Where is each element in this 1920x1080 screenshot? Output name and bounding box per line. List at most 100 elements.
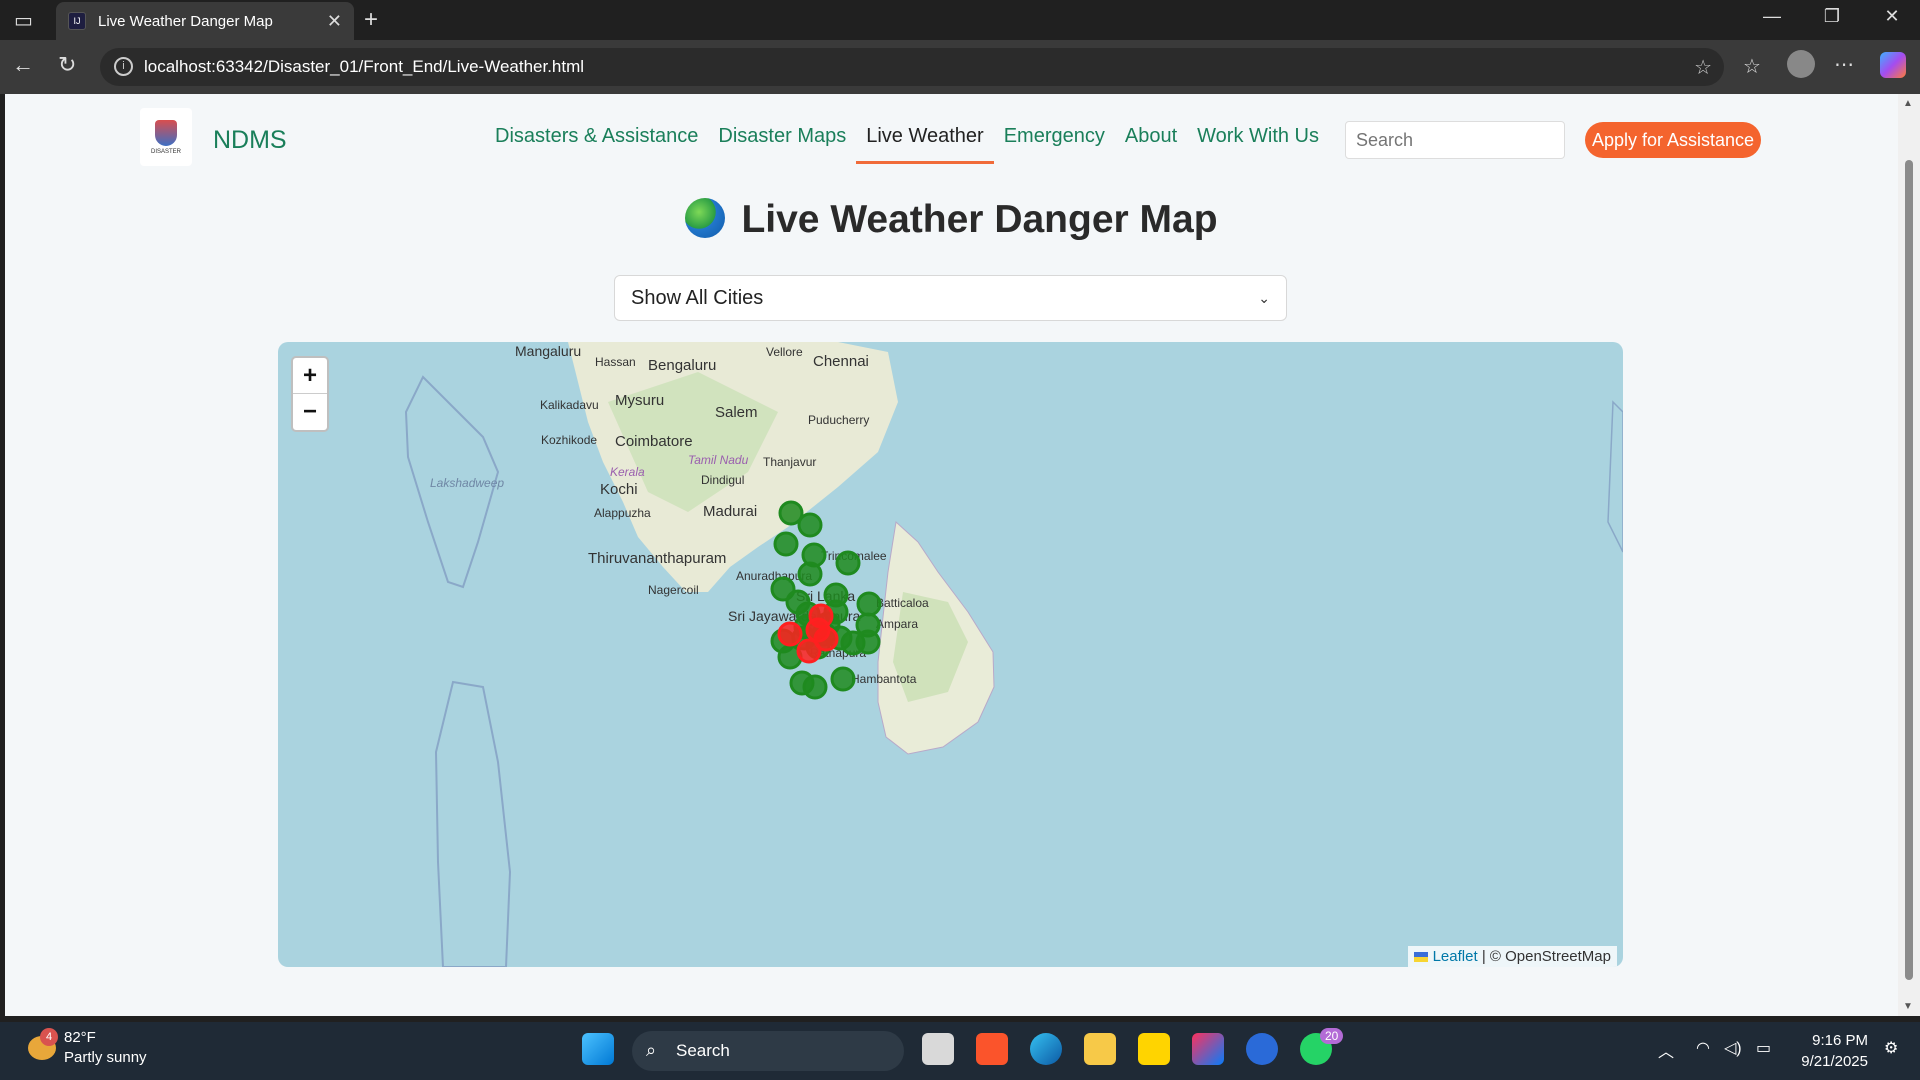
url-field[interactable]: i localhost:63342/Disaster_01/Front_End/… [100, 48, 1724, 86]
ukraine-flag-icon [1414, 952, 1429, 962]
restore-icon[interactable]: ❐ [1812, 6, 1852, 27]
map-attribution: Leaflet | © OpenStreetMap [1408, 946, 1617, 967]
site-search-input[interactable] [1345, 121, 1565, 159]
nav-emergency[interactable]: Emergency [994, 124, 1115, 170]
copilot-icon[interactable] [1880, 52, 1906, 78]
page-scrollbar[interactable]: ▲ ▼ [1898, 94, 1920, 1016]
search-icon: ⌕ [646, 1040, 657, 1060]
clock-time: 9:16 PM [1812, 1032, 1868, 1049]
back-icon[interactable]: ← [12, 52, 34, 78]
east-boundary [1607, 400, 1623, 553]
intellij-favicon-icon: IJ [68, 12, 86, 30]
city-select-value: Show All Cities [631, 286, 764, 309]
globe-icon [685, 198, 726, 238]
tray-chevron-icon[interactable]: ︿ [1658, 1038, 1674, 1062]
taskbar-clock[interactable]: 9:16 PM 9/21/2025 [1801, 1030, 1868, 1072]
page-title-text: Live Weather Danger Map [741, 198, 1218, 241]
nav-disasters-assistance[interactable]: Disasters & Assistance [485, 124, 708, 170]
safe-city-marker[interactable] [855, 629, 881, 655]
profile-avatar-icon[interactable] [1787, 50, 1815, 78]
whatsapp-badge: 20 [1320, 1028, 1344, 1044]
more-menu-icon[interactable]: ⋯ [1834, 52, 1854, 77]
label-tamil-nadu: Tamil Nadu [688, 453, 749, 467]
close-tab-icon[interactable]: ✕ [327, 11, 342, 32]
osm-attribution: | © OpenStreetMap [1481, 948, 1611, 965]
label-alappuzha: Alappuzha [594, 506, 651, 520]
label-kochi: Kochi [600, 481, 638, 498]
site-logo[interactable]: DISASTER [140, 108, 192, 166]
weather-map[interactable]: Mangaluru Hassan Bengaluru Vellore Chenn… [278, 342, 1623, 967]
weather-temp: 82°F [64, 1029, 96, 1046]
weather-badge: 4 [40, 1028, 58, 1046]
label-batticaloa: Batticaloa [876, 596, 929, 610]
nav-live-weather[interactable]: Live Weather [856, 124, 995, 170]
label-mangaluru: Mangaluru [515, 343, 581, 359]
window-close-icon[interactable]: ✕ [1872, 6, 1912, 27]
weather-widget[interactable]: 4 82°F Partly sunny [28, 1028, 147, 1068]
scrollbar-thumb[interactable] [1905, 160, 1913, 980]
wifi-icon[interactable]: ◠ [1696, 1038, 1710, 1058]
apply-for-assistance-button[interactable]: Apply for Assistance [1585, 122, 1761, 158]
safe-city-marker[interactable] [785, 589, 811, 615]
label-thanjavur: Thanjavur [763, 455, 816, 469]
notifications-icon[interactable]: ⚙ [1884, 1038, 1898, 1058]
zoom-in-button[interactable]: + [293, 358, 327, 394]
windows-start-icon[interactable] [582, 1033, 614, 1065]
taskbar-search[interactable]: ⌕ Search [632, 1031, 904, 1071]
leaflet-link[interactable]: Leaflet [1433, 948, 1478, 965]
sidebar-toggle-icon[interactable]: ▭ [14, 8, 33, 33]
minimize-icon[interactable]: — [1752, 6, 1792, 27]
scroll-up-icon[interactable]: ▲ [1903, 98, 1913, 109]
favorites-icon[interactable]: ☆ [1743, 54, 1761, 79]
nav-about[interactable]: About [1115, 124, 1187, 170]
app-icon[interactable] [1246, 1033, 1278, 1065]
label-nagercoil: Nagercoil [648, 583, 699, 597]
file-explorer-icon[interactable] [1084, 1033, 1116, 1065]
label-vellore: Vellore [766, 345, 803, 359]
edge-icon[interactable] [1030, 1033, 1062, 1065]
safe-city-marker[interactable] [773, 531, 799, 557]
label-hambantota: Hambantota [851, 672, 917, 686]
city-select[interactable]: Show All Cities ⌄ [614, 275, 1287, 321]
favorite-star-icon[interactable]: ☆ [1694, 55, 1712, 80]
label-kozhikode: Kozhikode [541, 433, 597, 447]
battery-icon[interactable]: ▭ [1756, 1038, 1771, 1058]
safe-city-marker[interactable] [835, 550, 861, 576]
task-view-icon[interactable] [922, 1033, 954, 1065]
brave-icon[interactable] [976, 1033, 1008, 1065]
label-kalikadavu: Kalikadavu [540, 398, 599, 412]
scroll-down-icon[interactable]: ▼ [1903, 1001, 1913, 1012]
page-viewport: DISASTER NDMS Disasters & Assistance Dis… [5, 94, 1898, 1016]
sticky-notes-icon[interactable] [1138, 1033, 1170, 1065]
label-bengaluru: Bengaluru [648, 357, 716, 374]
label-ampara: Ampara [876, 617, 918, 631]
safe-city-marker[interactable] [797, 561, 823, 587]
safe-city-marker[interactable] [830, 666, 856, 692]
main-nav: Disasters & Assistance Disaster Maps Liv… [485, 124, 1329, 170]
new-tab-icon[interactable]: + [364, 6, 378, 34]
volume-icon[interactable]: ◁) [1724, 1038, 1742, 1058]
clock-date: 9/21/2025 [1801, 1053, 1868, 1070]
danger-city-marker[interactable] [805, 617, 831, 643]
safe-city-marker[interactable] [856, 591, 882, 617]
label-coimbatore: Coimbatore [615, 433, 693, 450]
nav-disaster-maps[interactable]: Disaster Maps [708, 124, 856, 170]
browser-tab[interactable]: IJ Live Weather Danger Map ✕ [56, 2, 354, 40]
map-tiles: Mangaluru Hassan Bengaluru Vellore Chenn… [404, 342, 1623, 967]
danger-city-marker[interactable] [777, 621, 803, 647]
zoom-out-button[interactable]: − [293, 394, 327, 430]
site-info-icon[interactable]: i [114, 57, 133, 76]
safe-city-marker[interactable] [797, 512, 823, 538]
intellij-icon[interactable] [1192, 1033, 1224, 1065]
label-puducherry: Puducherry [808, 413, 869, 427]
label-chennai: Chennai [813, 353, 869, 370]
maldives-boundary [434, 680, 512, 967]
shield-logo-icon [155, 119, 177, 146]
brand-name[interactable]: NDMS [213, 126, 287, 155]
tab-title: Live Weather Danger Map [98, 12, 273, 30]
safe-city-marker[interactable] [802, 674, 828, 700]
windows-taskbar: 4 82°F Partly sunny ⌕ Search 20 ︿ ◠ ◁) ▭… [0, 1022, 1920, 1080]
logo-text: DISASTER [150, 148, 181, 155]
nav-work-with-us[interactable]: Work With Us [1187, 124, 1329, 170]
reload-icon[interactable]: ↻ [58, 52, 76, 78]
